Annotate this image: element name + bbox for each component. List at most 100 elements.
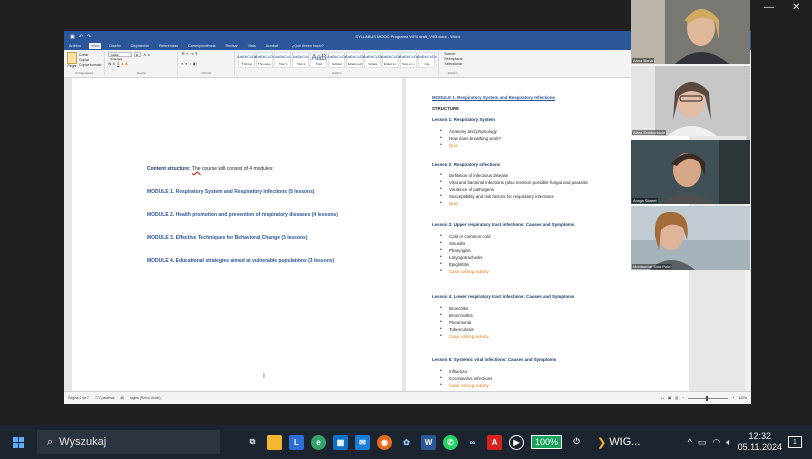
zoom-level[interactable]: 100% [738, 396, 747, 400]
style-heading-1[interactable]: AaBbCcL Título 1 [274, 52, 292, 68]
module-3-link[interactable]: MODULE 3. Effective Techniques for Behav… [147, 235, 308, 241]
line-spacing-icon[interactable]: ↕ [189, 62, 191, 66]
tab-disposicion[interactable]: Disposición [129, 43, 151, 49]
tab-acrobat[interactable]: Acrobat [264, 43, 280, 49]
participant-tile-3[interactable]: Aurga Sbaret [631, 140, 750, 204]
page-count[interactable]: Página 2 de 7 [68, 396, 89, 400]
participant-video [631, 206, 750, 270]
read-mode-icon[interactable]: ▭ [661, 396, 664, 400]
replace-button[interactable]: Reemplazar [444, 57, 462, 61]
language-indicator[interactable]: Inglés (Reino Unido) [130, 396, 161, 400]
indent-icon[interactable]: ⇥ [190, 52, 193, 56]
tab-vista[interactable]: Vista [246, 43, 258, 49]
zoom-slider[interactable] [688, 395, 729, 401]
media-player-icon[interactable]: ▶ [509, 434, 524, 450]
list-item: Tuberculosis [432, 326, 682, 333]
shrink-font-icon[interactable]: a [148, 53, 150, 57]
find-button[interactable]: Buscar [444, 52, 462, 56]
teams-icon[interactable]: ∞ [465, 435, 480, 450]
save-icon[interactable]: ▣ [70, 34, 75, 40]
module-2-link[interactable]: MODULE 2. Health promotion and preventio… [147, 212, 338, 218]
calendar-icon[interactable]: ▦ [333, 434, 348, 450]
cut-button[interactable]: Cortar [79, 53, 101, 57]
module-1-link[interactable]: MODULE 1. Respiratory System and Respira… [147, 189, 315, 195]
style-quote[interactable]: AaBbCcDc Cita [417, 52, 437, 68]
align-left-icon[interactable]: ≡ [181, 62, 183, 66]
zoom-in-icon[interactable]: + [732, 396, 734, 400]
paste-button[interactable]: Pegar [67, 52, 77, 68]
style-intense-emphasis[interactable]: AaBbCcDc Énfasis int... [381, 52, 401, 68]
whatsapp-icon[interactable]: ✆ [443, 434, 458, 450]
participant-name: Montserrat Solà Pola [632, 264, 672, 269]
style-heading-2[interactable]: AaBbCcL Título 2 [292, 52, 310, 68]
select-button[interactable]: Seleccionar [444, 62, 462, 66]
tab-correspondencia[interactable]: Correspondencia [186, 43, 217, 49]
notification-icon[interactable]: 1 [788, 436, 802, 448]
bullets-icon[interactable]: ☰ [181, 52, 184, 56]
participant-name: Anna Bona [632, 58, 654, 63]
shading-icon[interactable]: ◧ [193, 62, 196, 66]
style-no-spacing[interactable]: AaBbCcDc ¶ Sin espa... [255, 52, 275, 68]
file-explorer-icon[interactable] [267, 434, 282, 450]
document-page-1[interactable]: Content structure: The course will consi… [72, 78, 402, 391]
windows-start-icon[interactable] [13, 436, 24, 448]
taskbar-search[interactable]: ⌕ Wyszukaj [37, 430, 220, 454]
mail-icon[interactable]: ✉ [355, 434, 370, 450]
style-title[interactable]: AaB Título [310, 52, 328, 68]
print-layout-icon[interactable]: ▣ [668, 396, 671, 400]
style-strong[interactable]: AaBbCcDc Texto en n... [399, 52, 419, 68]
participant-tile-1[interactable]: Anna Bona [631, 0, 750, 64]
network-icon[interactable]: ▭ [698, 437, 707, 448]
word-icon[interactable]: W [421, 434, 436, 450]
tab-diseno[interactable]: Diseño [107, 43, 122, 49]
undo-icon[interactable]: ↶ [79, 34, 83, 40]
edge-icon[interactable]: e [311, 434, 326, 450]
acrobat-icon[interactable]: A [487, 434, 502, 450]
word-count[interactable]: 777 palabras [95, 396, 115, 400]
tab-referencias[interactable]: Referencias [157, 43, 180, 49]
wifi-icon[interactable]: ◠ [712, 437, 720, 448]
taskbar-app-wig[interactable]: ❯ WIG... [597, 436, 640, 449]
firefox-icon[interactable]: ◉ [377, 434, 392, 450]
format-painter-button[interactable]: Copiar formato [79, 63, 101, 67]
participant-video [631, 66, 750, 136]
volume-icon[interactable]: 🔈︎ [726, 437, 731, 448]
style-subtitle[interactable]: AaBbCcDc Subtítulo [327, 52, 347, 68]
zoom-out-icon[interactable]: − [682, 396, 684, 400]
font-color-icon[interactable]: A [125, 62, 127, 66]
tab-inicio[interactable]: Inicio [88, 43, 102, 49]
participant-tile-2[interactable]: Aiara Dobilovidule [631, 66, 750, 136]
font-name-select[interactable]: Calibri (Cuerpo) [108, 52, 133, 61]
pilcrow-icon[interactable]: ¶ [195, 52, 197, 56]
bold-icon[interactable]: N [108, 62, 110, 66]
align-center-icon[interactable]: ≡ [185, 62, 187, 66]
style-subtle-emphasis[interactable]: AaBbCcDc Énfasis sutil [345, 52, 365, 68]
tab-archivo[interactable]: Archivo [67, 43, 83, 49]
copy-button[interactable]: Copiar [79, 58, 101, 62]
underline-icon[interactable]: S [117, 62, 119, 66]
task-view-icon[interactable]: ⧉ [245, 435, 260, 450]
close-button[interactable]: ✕ [792, 2, 800, 13]
font-size-select[interactable]: 11 [134, 52, 142, 57]
minimize-button[interactable]: — [764, 2, 774, 13]
list-item: Coronavirus infections [432, 375, 682, 382]
module-4-link[interactable]: MODULE 4. Educational strategies aimed a… [147, 258, 334, 264]
settings-app-icon[interactable]: ✿ [399, 435, 414, 450]
app-l-icon[interactable]: L [289, 434, 304, 450]
proofing-icon[interactable]: ▤ [121, 396, 124, 400]
tab-revisar[interactable]: Revisar [224, 43, 240, 49]
numbering-icon[interactable]: ≡ [186, 52, 188, 56]
tell-me-input[interactable]: ¿Qué desea hacer? [290, 43, 326, 49]
style-normal[interactable]: AaBbCcDc ¶ Normal [237, 52, 257, 68]
style-emphasis[interactable]: AaBbCcDc Énfasis [363, 52, 383, 68]
clock[interactable]: 12:32 05.11.2024 [738, 431, 782, 453]
chevron-up-icon[interactable]: ^ [688, 437, 692, 447]
battery-percent[interactable]: 100% [531, 435, 563, 449]
redo-icon[interactable]: ↷ [87, 34, 91, 40]
italic-icon[interactable]: K [113, 62, 115, 66]
list-item: Bronchitis [432, 305, 682, 312]
participant-tile-4[interactable]: Montserrat Solà Pola [631, 206, 750, 270]
highlight-icon[interactable]: ▮ [121, 62, 123, 66]
web-layout-icon[interactable]: ▥ [675, 396, 678, 400]
grow-font-icon[interactable]: A [143, 53, 145, 57]
